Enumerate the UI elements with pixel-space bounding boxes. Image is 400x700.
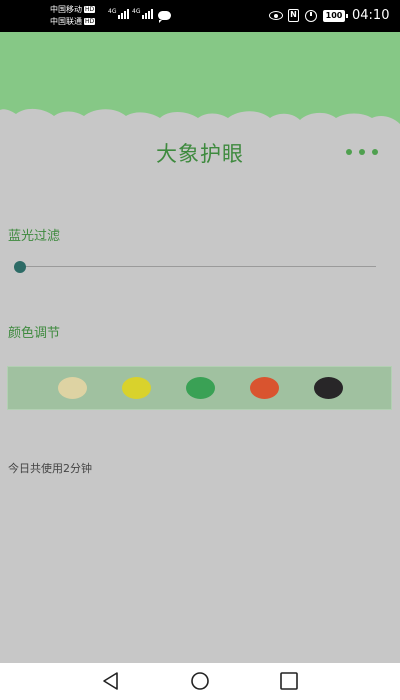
alarm-icon bbox=[305, 10, 317, 22]
color-swatch-2[interactable] bbox=[122, 377, 151, 399]
slider-thumb[interactable] bbox=[14, 261, 26, 273]
color-swatch-panel bbox=[7, 366, 392, 410]
network-type-2: 4G bbox=[132, 8, 141, 15]
hd-badge-1: HD bbox=[84, 6, 96, 13]
signal-1-icon: 4G bbox=[108, 8, 130, 19]
signal-2-icon: 4G bbox=[132, 8, 154, 19]
clock: 04:10 bbox=[352, 8, 390, 23]
network-type-1: 4G bbox=[108, 8, 117, 15]
navigation-bar bbox=[0, 663, 400, 700]
nfc-icon: N bbox=[288, 9, 299, 22]
header-wave bbox=[0, 32, 400, 124]
color-swatch-5[interactable] bbox=[314, 377, 343, 399]
color-swatch-3[interactable] bbox=[186, 377, 215, 399]
back-triangle-icon[interactable] bbox=[100, 671, 122, 691]
more-dot-icon bbox=[372, 149, 378, 155]
carrier-1-name: 中国移动 bbox=[50, 5, 82, 14]
eye-icon bbox=[269, 11, 283, 20]
home-circle-icon[interactable] bbox=[189, 671, 211, 691]
usage-text: 今日共使用2分钟 bbox=[8, 462, 92, 475]
slider-track[interactable] bbox=[18, 266, 376, 267]
more-options-button[interactable] bbox=[346, 146, 378, 158]
hd-badge-2: HD bbox=[84, 18, 96, 25]
battery-icon: 100 bbox=[323, 10, 348, 22]
page-title: 大象护眼 bbox=[156, 142, 244, 166]
color-swatch-4[interactable] bbox=[250, 377, 279, 399]
carrier-2-name: 中国联通 bbox=[50, 17, 82, 26]
color-adjust-label: 颜色调节 bbox=[8, 326, 61, 341]
carrier-2: 中国联通 HD bbox=[50, 17, 96, 27]
carrier-1: 中国移动 HD bbox=[50, 5, 96, 15]
more-dot-icon bbox=[346, 149, 352, 155]
blue-light-slider[interactable] bbox=[14, 259, 376, 275]
blue-light-label: 蓝光过滤 bbox=[8, 229, 61, 244]
color-swatch-1[interactable] bbox=[58, 377, 87, 399]
more-dot-icon bbox=[359, 149, 365, 155]
status-bar: 中国移动 HD 中国联通 HD 4G 4G N 100 04:10 bbox=[0, 0, 400, 32]
recents-square-icon[interactable] bbox=[278, 671, 300, 691]
chat-icon bbox=[158, 11, 171, 23]
